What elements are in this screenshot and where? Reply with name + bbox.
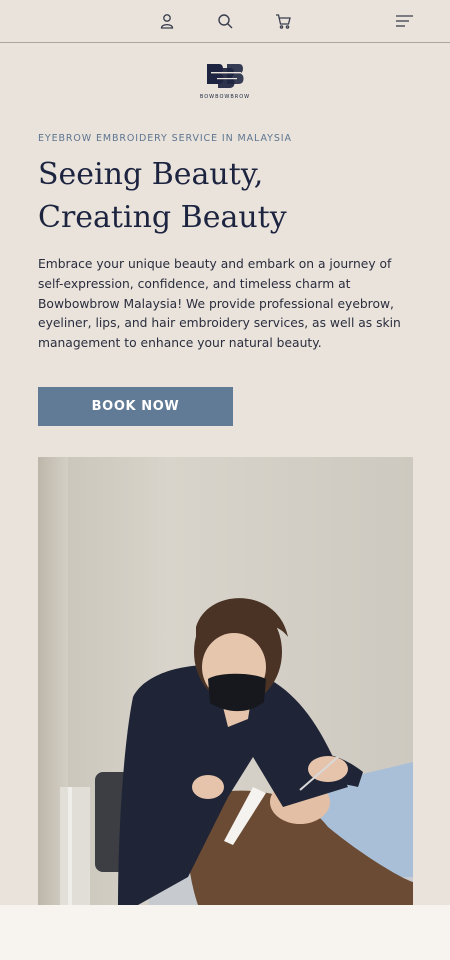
book-now-button[interactable]: BOOK NOW — [38, 387, 233, 426]
hero-headline: Seeing Beauty, Creating Beauty — [38, 153, 418, 239]
cart-button[interactable] — [271, 9, 295, 33]
top-nav-bar — [0, 0, 450, 43]
hero-headline-line-1: Seeing Beauty, — [38, 157, 264, 192]
menu-icon — [396, 15, 413, 27]
hero-headline-line-2: Creating Beauty — [38, 200, 287, 235]
user-icon — [160, 14, 174, 29]
menu-button[interactable] — [391, 9, 417, 33]
hero-photo-embroidery-service — [38, 457, 413, 905]
brand-logo-mark — [207, 64, 244, 88]
cart-icon — [276, 14, 291, 29]
brand-wordmark: BOWBOWBROW — [199, 94, 251, 100]
hero-intro-text: Embrace your unique beauty and embark on… — [38, 257, 401, 351]
next-section-strip — [0, 905, 450, 960]
search-icon — [218, 14, 233, 29]
account-button[interactable] — [155, 9, 179, 33]
hero-eyebrow: EYEBROW EMBROIDERY SERVICE IN MALAYSIA — [38, 133, 292, 144]
brand-logo[interactable]: BOWBOWBROW — [198, 63, 252, 107]
search-button[interactable] — [213, 9, 237, 33]
